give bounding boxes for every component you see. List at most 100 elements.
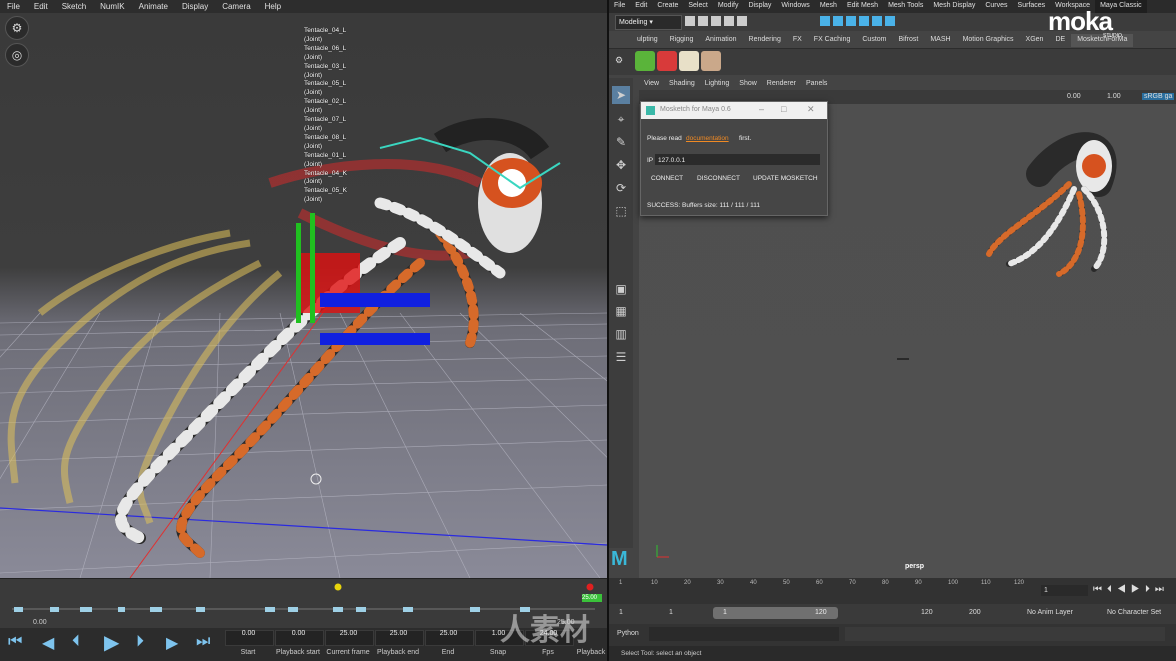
maya-menu-create[interactable]: Create [652,0,683,13]
select-by-object-icon[interactable] [833,16,843,26]
tab-rigging[interactable]: Rigging [664,34,700,47]
command-input[interactable] [649,627,839,641]
maya-menu-mesh[interactable]: Mesh [815,0,842,13]
play-button[interactable]: ▶ [104,630,119,655]
save-scene-icon[interactable] [711,16,721,26]
rotate-tool-icon[interactable]: ⟳ [612,179,630,197]
prev-key-button[interactable]: ◀ [42,633,54,653]
paint-select-icon[interactable]: ✎ [612,133,630,151]
tab-mash[interactable]: MASH [924,34,956,47]
anim-layer-select[interactable]: No Anim Layer [1027,609,1073,616]
maya-time-slider[interactable]: 1 10 20 30 40 50 60 70 80 90 100 110 120… [609,578,1176,604]
cmd-language-label[interactable]: Python [617,630,639,637]
maya-menu-mesh-tools[interactable]: Mesh Tools [883,0,928,13]
lasso-tool-icon[interactable]: ⌖ [612,110,630,128]
prev-frame-button[interactable]: ⏴ [72,633,80,651]
tab-fx[interactable]: FX [787,34,808,47]
current-frame-field[interactable]: 1 [1041,585,1088,596]
maya-menu-curves[interactable]: Curves [980,0,1012,13]
panel-menu-lighting[interactable]: Lighting [700,80,735,90]
connect-button[interactable]: CONNECT [651,175,683,182]
disconnect-button[interactable]: DISCONNECT [697,175,740,182]
joint-label: Tentacle_07_L [304,116,347,124]
maya-menu-select[interactable]: Select [683,0,712,13]
character-set-select[interactable]: No Character Set [1107,609,1161,616]
panel-menu-panels[interactable]: Panels [801,80,832,90]
next-key-button[interactable]: ▶ [166,633,178,653]
close-icon[interactable]: ✕ [807,104,815,115]
panel-menu-shading[interactable]: Shading [664,80,700,90]
shelf-options-icon[interactable]: ⚙ [615,55,623,66]
snap-curve-icon[interactable] [872,16,882,26]
menu-file[interactable]: File [0,0,27,13]
forward-button[interactable]: ⏭ [196,633,210,651]
update-mosketch-button[interactable]: UPDATE MOSKETCH [753,175,818,182]
anim-end[interactable]: 200 [969,609,981,616]
maya-menu-windows[interactable]: Windows [776,0,814,13]
character-shelf-icon[interactable] [679,51,699,71]
tab-animation[interactable]: Animation [699,34,742,47]
minimize-icon[interactable]: – [759,104,764,114]
mosketch-viewport[interactable]: ⚙ ◎ Tentacle_04_L (Joint) Tentacle_06_L … [0,13,607,578]
joint-label: Tentacle_05_K [304,187,348,195]
tab-fx-caching[interactable]: FX Caching [808,34,857,47]
documentation-link[interactable]: documentation [686,135,729,142]
tab-bifrost[interactable]: Bifrost [893,34,925,47]
range-end[interactable]: 120 [921,609,933,616]
mode-dropdown[interactable]: Modeling ▾ [615,15,682,30]
four-view-icon[interactable]: ▦ [612,302,630,320]
next-frame-button[interactable]: ⏵ [136,633,144,651]
tab-motion-graphics[interactable]: Motion Graphics [957,34,1020,47]
tab-xgen[interactable]: XGen [1020,34,1050,47]
undo-icon[interactable] [724,16,734,26]
maya-transport-icons[interactable]: ⏮⏴◀▶⏵⏭ [1093,584,1169,595]
maya-menu-surfaces[interactable]: Surfaces [1013,0,1051,13]
plugin-titlebar[interactable]: Mosketch for Maya 0.6 – □ ✕ [641,102,827,119]
snap-point-icon[interactable] [885,16,895,26]
maya-menu-edit-mesh[interactable]: Edit Mesh [842,0,883,13]
menu-animate[interactable]: Animate [132,0,175,13]
maya-menu-mesh-display[interactable]: Mesh Display [928,0,980,13]
redo-icon[interactable] [737,16,747,26]
single-view-icon[interactable]: ▣ [612,280,630,298]
move-tool-icon[interactable]: ✥ [612,156,630,174]
colorspace-select[interactable]: sRGB ga [1142,93,1175,100]
range-start[interactable]: 1 [619,609,623,616]
new-scene-icon[interactable] [685,16,695,26]
select-by-hierarchy-icon[interactable] [820,16,830,26]
snap-grid-icon[interactable] [859,16,869,26]
exposure-value[interactable]: 0.00 [1067,93,1081,100]
panel-menu-show[interactable]: Show [734,80,762,90]
maya-menu-file[interactable]: File [609,0,630,13]
panel-menu-view[interactable]: View [639,80,664,90]
outliner-view-icon[interactable]: ☰ [612,348,630,366]
menu-camera[interactable]: Camera [215,0,257,13]
maya-menu-edit[interactable]: Edit [630,0,652,13]
scale-tool-icon[interactable]: ⬚ [612,202,630,220]
open-scene-icon[interactable] [698,16,708,26]
tab-custom[interactable]: Custom [856,34,892,47]
menu-sketch[interactable]: Sketch [55,0,93,13]
gamma-value[interactable]: 1.00 [1107,93,1121,100]
face-shelf-icon[interactable] [701,51,721,71]
menu-help[interactable]: Help [258,0,288,13]
menu-numik[interactable]: NumIK [93,0,131,13]
maya-menu-modify[interactable]: Modify [713,0,744,13]
tab-rendering[interactable]: Rendering [743,34,787,47]
maximize-icon[interactable]: □ [781,104,786,114]
settings-circle-icon[interactable]: ◎ [5,43,29,67]
maya-menu-display[interactable]: Display [743,0,776,13]
tab-sculpting[interactable]: ulpting [631,34,664,47]
select-by-component-icon[interactable] [846,16,856,26]
range-inner-start[interactable]: 1 [669,609,673,616]
panel-menu-renderer[interactable]: Renderer [762,80,801,90]
mosketch-connect-shelf-icon[interactable] [635,51,655,71]
menu-display[interactable]: Display [175,0,215,13]
toolbox: ➤ ⌖ ✎ ✥ ⟳ ⬚ ▣ ▦ ▥ ☰ M [609,78,633,570]
rewind-button[interactable]: ⏮ [8,633,22,651]
mosketch-logo-icon[interactable]: ⚙ [5,16,29,40]
select-tool-icon[interactable]: ➤ [612,86,630,104]
two-view-icon[interactable]: ▥ [612,325,630,343]
menu-edit[interactable]: Edit [27,0,55,13]
mosketch-shelf-icon[interactable] [657,51,677,71]
